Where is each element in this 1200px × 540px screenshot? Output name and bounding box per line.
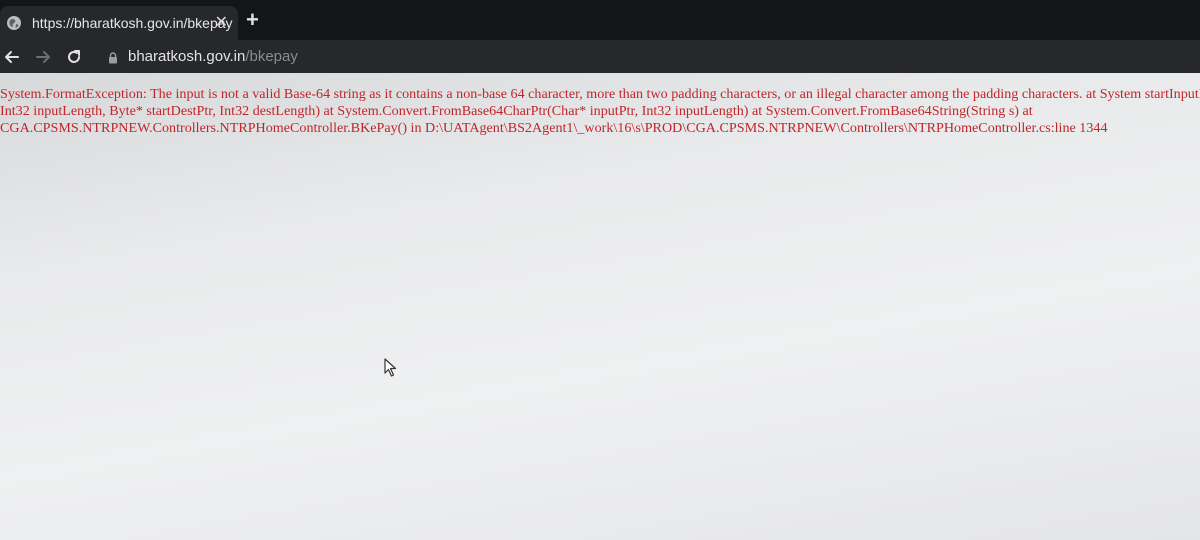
arrow-right-icon[interactable] bbox=[33, 47, 53, 67]
reload-icon[interactable] bbox=[64, 47, 84, 67]
error-message: System.FormatException: The input is not… bbox=[0, 86, 1200, 136]
globe-icon bbox=[6, 15, 22, 31]
new-tab-button[interactable]: + bbox=[246, 9, 259, 31]
browser-tab[interactable]: https://bharatkosh.gov.in/bkepay ✕ bbox=[0, 6, 238, 40]
url-host: bharatkosh.gov.in bbox=[128, 48, 246, 65]
lock-icon[interactable] bbox=[108, 51, 118, 64]
page-content: System.FormatException: The input is not… bbox=[0, 73, 1200, 540]
address-bar[interactable]: bharatkosh.gov.in/bkepay bbox=[128, 48, 298, 65]
tab-strip: https://bharatkosh.gov.in/bkepay ✕ + bbox=[0, 0, 1200, 40]
url-path: /bkepay bbox=[245, 48, 298, 65]
arrow-left-icon[interactable] bbox=[2, 47, 22, 67]
tab-title: https://bharatkosh.gov.in/bkepay bbox=[32, 15, 233, 31]
close-icon[interactable]: ✕ bbox=[215, 13, 228, 33]
mouse-cursor-icon bbox=[384, 358, 398, 378]
